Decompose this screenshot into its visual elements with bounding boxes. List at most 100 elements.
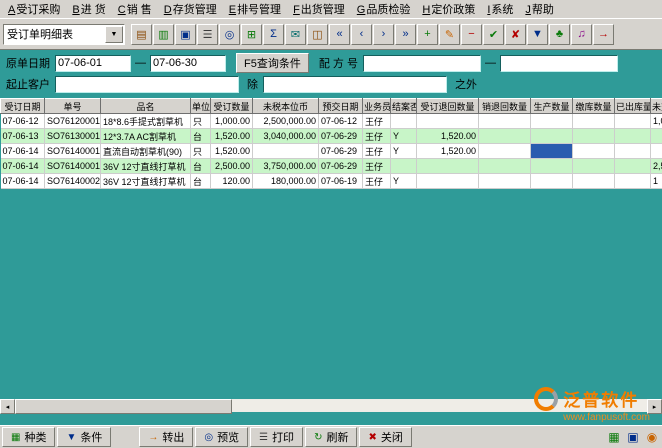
- customer-from-input[interactable]: [55, 76, 239, 93]
- menu-item-purchase[interactable]: A受订采购: [2, 0, 66, 18]
- categories-button[interactable]: ▦ 种类: [2, 427, 55, 447]
- print-icon[interactable]: ☰: [197, 24, 218, 45]
- cell-qty[interactable]: 1,000.00: [211, 114, 253, 129]
- date-to-input[interactable]: [150, 55, 226, 72]
- cell-warehoused-qty[interactable]: [573, 114, 615, 129]
- cell-order-date[interactable]: 07-06-13: [1, 129, 45, 144]
- chevron-down-icon[interactable]: ▼: [105, 26, 123, 43]
- cell-unshipped-qty[interactable]: [651, 129, 662, 144]
- col-header-shipped-qty[interactable]: 已出库量: [615, 99, 651, 114]
- menu-item-help[interactable]: J帮助: [519, 0, 560, 18]
- cell-salesman[interactable]: 王仔: [363, 144, 391, 159]
- cell-salesman[interactable]: 王仔: [363, 174, 391, 189]
- cell-unshipped-qty[interactable]: 1,0: [651, 114, 662, 129]
- excel-icon[interactable]: ⊞: [241, 24, 262, 45]
- next-record-icon[interactable]: ›: [373, 24, 394, 45]
- cell-product[interactable]: 12*3.7A AC割草机: [101, 129, 191, 144]
- cell-sales-return-qty[interactable]: [479, 114, 531, 129]
- mail-icon[interactable]: ✉: [285, 24, 306, 45]
- selected-cell[interactable]: [531, 144, 573, 159]
- col-header-unshipped-qty[interactable]: 未交量: [651, 99, 662, 114]
- exit-icon[interactable]: →: [593, 24, 614, 45]
- add-icon[interactable]: +: [417, 24, 438, 45]
- cell-shipped-qty[interactable]: [615, 114, 651, 129]
- col-header-product[interactable]: 品名: [101, 99, 191, 114]
- menu-item-incoming[interactable]: B进 货: [66, 0, 111, 18]
- delete-icon[interactable]: −: [461, 24, 482, 45]
- col-header-order-date[interactable]: 受订日期: [1, 99, 45, 114]
- customer-except-input[interactable]: [263, 76, 447, 93]
- cell-unshipped-qty[interactable]: [651, 144, 662, 159]
- cell-due-date[interactable]: 07-06-29: [319, 144, 363, 159]
- refresh-button[interactable]: ↻ 刷新: [305, 427, 357, 447]
- ok-icon[interactable]: ✔: [483, 24, 504, 45]
- cell-amount[interactable]: 3,040,000.00: [253, 129, 319, 144]
- table-row[interactable]: 07-06-13 SO76130001 12*3.7A AC割草机 台 1,52…: [1, 129, 662, 144]
- cell-shipped-qty[interactable]: [615, 129, 651, 144]
- prev-record-icon[interactable]: ‹: [351, 24, 372, 45]
- table-row[interactable]: 07-06-14 SO76140002 36V 12寸直线打草机 台 120.0…: [1, 174, 662, 189]
- formula-from-input[interactable]: [363, 55, 481, 72]
- menu-item-system[interactable]: I系统: [481, 0, 519, 18]
- edit-icon[interactable]: ✎: [439, 24, 460, 45]
- cell-closed[interactable]: [391, 114, 417, 129]
- cell-order-date[interactable]: 07-06-12: [1, 114, 45, 129]
- query-conditions-button[interactable]: F5查询条件: [236, 53, 309, 73]
- cell-unshipped-qty[interactable]: 2,5: [651, 159, 662, 174]
- cell-product[interactable]: 18*8.6手提式割草机: [101, 114, 191, 129]
- cell-return-qty[interactable]: 1,520.00: [417, 144, 479, 159]
- cell-order-date[interactable]: 07-06-14: [1, 174, 45, 189]
- cell-return-qty[interactable]: [417, 114, 479, 129]
- sound-icon[interactable]: ♫: [571, 24, 592, 45]
- cell-return-qty[interactable]: 1,520.00: [417, 129, 479, 144]
- print-button[interactable]: ☰ 打印: [250, 427, 303, 447]
- col-header-return-qty[interactable]: 受订退回数量: [417, 99, 479, 114]
- cell-return-qty[interactable]: [417, 174, 479, 189]
- cell-production-qty[interactable]: [531, 129, 573, 144]
- cell-closed[interactable]: [391, 159, 417, 174]
- cell-product[interactable]: 直流自动割草机(90): [101, 144, 191, 159]
- menu-item-pricing[interactable]: H定价政策: [416, 0, 481, 18]
- cell-due-date[interactable]: 07-06-19: [319, 174, 363, 189]
- export-button[interactable]: → 转出: [139, 427, 193, 447]
- filter-icon[interactable]: ▼: [527, 24, 548, 45]
- cell-sales-return-qty[interactable]: [479, 129, 531, 144]
- menu-item-sales[interactable]: C销 售: [112, 0, 158, 18]
- cell-unit[interactable]: 台: [191, 159, 211, 174]
- formula-to-input[interactable]: [500, 55, 618, 72]
- grid-icon[interactable]: ▦: [606, 429, 622, 445]
- cancel-icon[interactable]: ✘: [505, 24, 526, 45]
- cell-order-no[interactable]: SO76140002: [45, 174, 101, 189]
- cell-closed[interactable]: Y: [391, 174, 417, 189]
- cell-sales-return-qty[interactable]: [479, 159, 531, 174]
- cell-qty[interactable]: 120.00: [211, 174, 253, 189]
- cell-qty[interactable]: 1,520.00: [211, 144, 253, 159]
- col-header-salesman[interactable]: 业务员: [363, 99, 391, 114]
- cell-order-date[interactable]: 07-06-14: [1, 144, 45, 159]
- cell-production-qty[interactable]: [531, 114, 573, 129]
- cell-unit[interactable]: 台: [191, 129, 211, 144]
- cell-product[interactable]: 36V 12寸直线打草机: [101, 174, 191, 189]
- cell-unit[interactable]: 只: [191, 144, 211, 159]
- menu-item-quality[interactable]: G品质检验: [351, 0, 417, 18]
- cell-unit[interactable]: 台: [191, 174, 211, 189]
- col-header-production-qty[interactable]: 生产数量: [531, 99, 573, 114]
- clover-icon[interactable]: ♣: [549, 24, 570, 45]
- cell-closed[interactable]: Y: [391, 144, 417, 159]
- table-row[interactable]: 07-06-14 SO76140001 直流自动割草机(90) 只 1,520.…: [1, 144, 662, 159]
- cell-amount[interactable]: 180,000.00: [253, 174, 319, 189]
- scroll-left-icon[interactable]: ◂: [0, 399, 15, 414]
- sum-icon[interactable]: Σ: [263, 24, 284, 45]
- table-row[interactable]: 07-06-14 SO76140001 36V 12寸直线打草机 台 2,500…: [1, 159, 662, 174]
- menu-item-scheduling[interactable]: E排号管理: [223, 0, 287, 18]
- cell-production-qty[interactable]: [531, 159, 573, 174]
- cell-sales-return-qty[interactable]: [479, 144, 531, 159]
- report-icon[interactable]: ▤: [131, 24, 152, 45]
- cell-shipped-qty[interactable]: [615, 144, 651, 159]
- cell-return-qty[interactable]: [417, 159, 479, 174]
- cell-product[interactable]: 36V 12寸直线打草机: [101, 159, 191, 174]
- preview-button[interactable]: ◎ 预览: [195, 427, 248, 447]
- cell-due-date[interactable]: 07-06-12: [319, 114, 363, 129]
- globe-icon[interactable]: ◉: [644, 429, 660, 445]
- menu-item-inventory[interactable]: D存货管理: [158, 0, 223, 18]
